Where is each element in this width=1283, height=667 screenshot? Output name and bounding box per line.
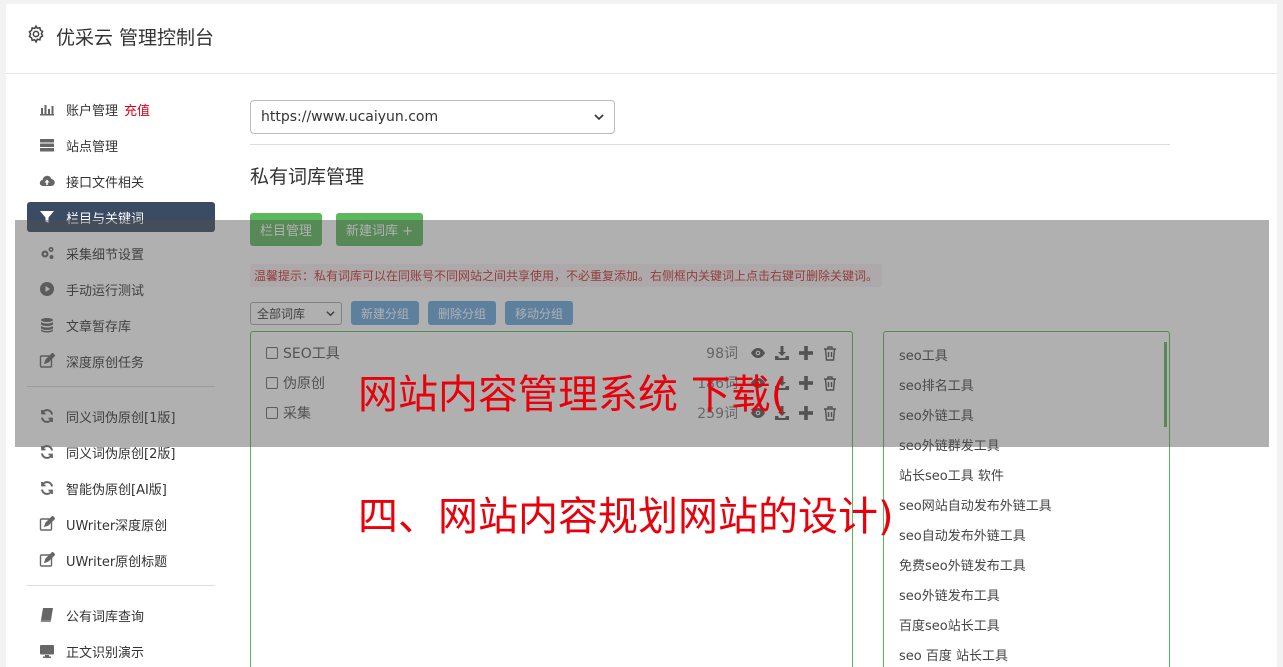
sidebar-item-ai-rewrite[interactable]: 智能伪原创[AI版] [27,473,215,503]
sidebar-item-label: 公有词库查询 [66,609,145,625]
sidebar-item-text-detect[interactable]: 正文识别演示 [27,636,215,666]
banner-text-line1: 网站内容管理系统 下载( [358,372,787,418]
keyword-item[interactable]: seo 百度 站长工具 [884,642,1169,667]
sidebar-item-uwriter-title[interactable]: UWriter原创标题 [27,545,215,575]
bar-chart-icon [38,100,56,118]
keyword-item[interactable]: seo外链发布工具 [884,582,1169,612]
sidebar-item-label: 接口文件相关 [66,175,145,191]
edit-icon [38,551,56,569]
monitor-icon [38,642,56,660]
sidebar-item-sites[interactable]: 站点管理 [27,130,215,160]
sidebar-item-uwriter-deep[interactable]: UWriter深度原创 [27,509,215,539]
edit-icon [38,515,56,533]
chevron-down-icon [594,114,604,121]
sidebar-item-public-lib[interactable]: 公有词库查询 [27,600,215,630]
server-icon [38,136,56,154]
book-icon [38,606,56,624]
sidebar-item-label: 智能伪原创[AI版] [66,482,167,498]
sidebar-item-label: UWriter深度原创 [66,518,168,534]
page-title: 优采云 管理控制台 [56,27,215,49]
keyword-item[interactable]: seo自动发布外链工具 [884,522,1169,552]
section-title: 私有词库管理 [250,166,365,188]
keyword-item[interactable]: 百度seo站长工具 [884,612,1169,642]
sidebar-item-account[interactable]: 账户管理 充值 [27,94,215,124]
divider [250,144,1170,145]
keyword-item[interactable]: 站长seo工具 软件 [884,462,1169,492]
site-select-value: https://www.ucaiyun.com [261,109,439,125]
top-bar: 优采云 管理控制台 [6,4,1277,74]
sidebar-item-label: 站点管理 [66,139,119,155]
sidebar-item-label: 账户管理 [66,103,119,119]
sidebar-item-label: UWriter原创标题 [66,554,168,570]
keyword-item[interactable]: 免费seo外链发布工具 [884,552,1169,582]
cloud-upload-icon [38,172,56,190]
site-select[interactable]: https://www.ucaiyun.com [250,100,615,134]
sidebar-divider [27,585,215,586]
banner-text-line2: 四、网站内容规划网站的设计) [358,494,894,540]
sidebar-item-interface[interactable]: 接口文件相关 [27,166,215,196]
gear-icon [28,24,44,44]
sidebar-item-label: 正文识别演示 [66,645,145,661]
refresh-icon [38,479,56,497]
keyword-item[interactable]: seo网站自动发布外链工具 [884,492,1169,522]
recharge-link[interactable]: 充值 [124,100,150,119]
